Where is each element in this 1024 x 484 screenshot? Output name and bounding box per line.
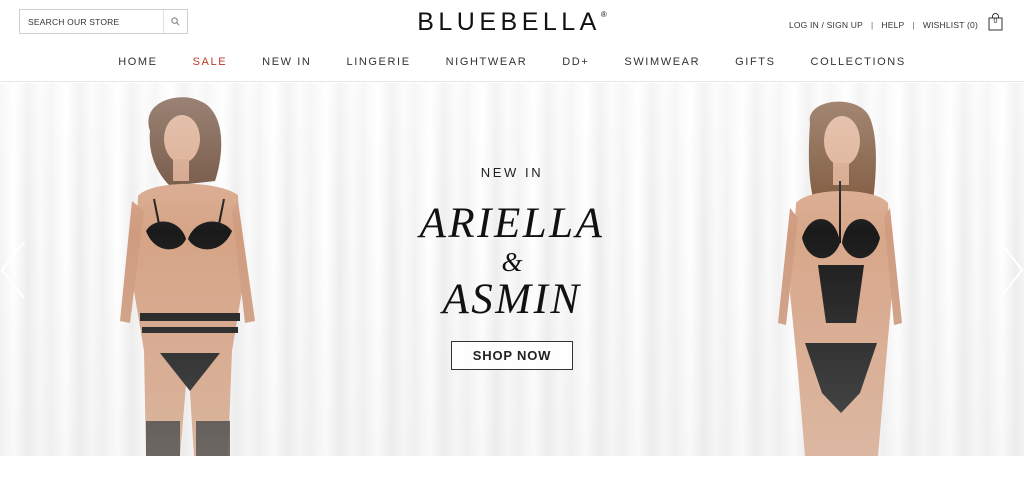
chevron-right-icon [999,241,1024,299]
nav-item-home[interactable]: HOME [118,56,157,68]
login-signup-link[interactable]: LOG IN / SIGN UP [789,20,863,30]
shop-now-button[interactable]: SHOP NOW [451,341,573,370]
carousel-next-button[interactable] [996,238,1024,302]
nav-item-gifts[interactable]: GIFTS [735,56,775,68]
nav-item-sale[interactable]: SALE [193,56,228,68]
shopping-bag-button[interactable]: 0 [988,13,1003,31]
separator: | [871,20,874,30]
hero-eyebrow: NEW IN [480,165,544,180]
account-links: LOG IN / SIGN UP | HELP | WISHLIST (0) [789,20,978,30]
hero-banner[interactable]: NEW IN ARIELLA & ASMIN SHOP NOW [0,83,1024,456]
model-left-image [120,97,255,456]
help-link[interactable]: HELP [881,20,904,30]
hero-title-line1: ARIELLA [419,200,605,247]
main-nav: HOME SALE NEW IN LINGERIE NIGHTWEAR DD+ … [0,56,1024,68]
hero-copy: NEW IN ARIELLA & ASMIN SHOP NOW [362,165,662,370]
model-right-image [778,101,902,456]
nav-item-swimwear[interactable]: SWIMWEAR [624,56,700,68]
nav-item-new-in[interactable]: NEW IN [262,56,311,68]
site-header: BLUEBELLA® LOG IN / SIGN UP | HELP | WIS… [0,0,1024,82]
bag-count: 0 [993,18,998,25]
brand-logo-text: BLUEBELLA [417,8,601,36]
separator: | [912,20,915,30]
nav-item-collections[interactable]: COLLECTIONS [811,56,906,68]
registered-mark: ® [600,10,607,19]
nav-item-dd-plus[interactable]: DD+ [562,56,589,68]
nav-item-lingerie[interactable]: LINGERIE [346,56,410,68]
chevron-left-icon [0,241,25,299]
hero-title-line2: ASMIN [442,276,582,323]
page-below-hero [0,456,1024,484]
hero-title-ampersand: & [501,247,523,277]
wishlist-link[interactable]: WISHLIST (0) [923,20,978,30]
carousel-prev-button[interactable] [0,238,28,302]
nav-item-nightwear[interactable]: NIGHTWEAR [446,56,528,68]
